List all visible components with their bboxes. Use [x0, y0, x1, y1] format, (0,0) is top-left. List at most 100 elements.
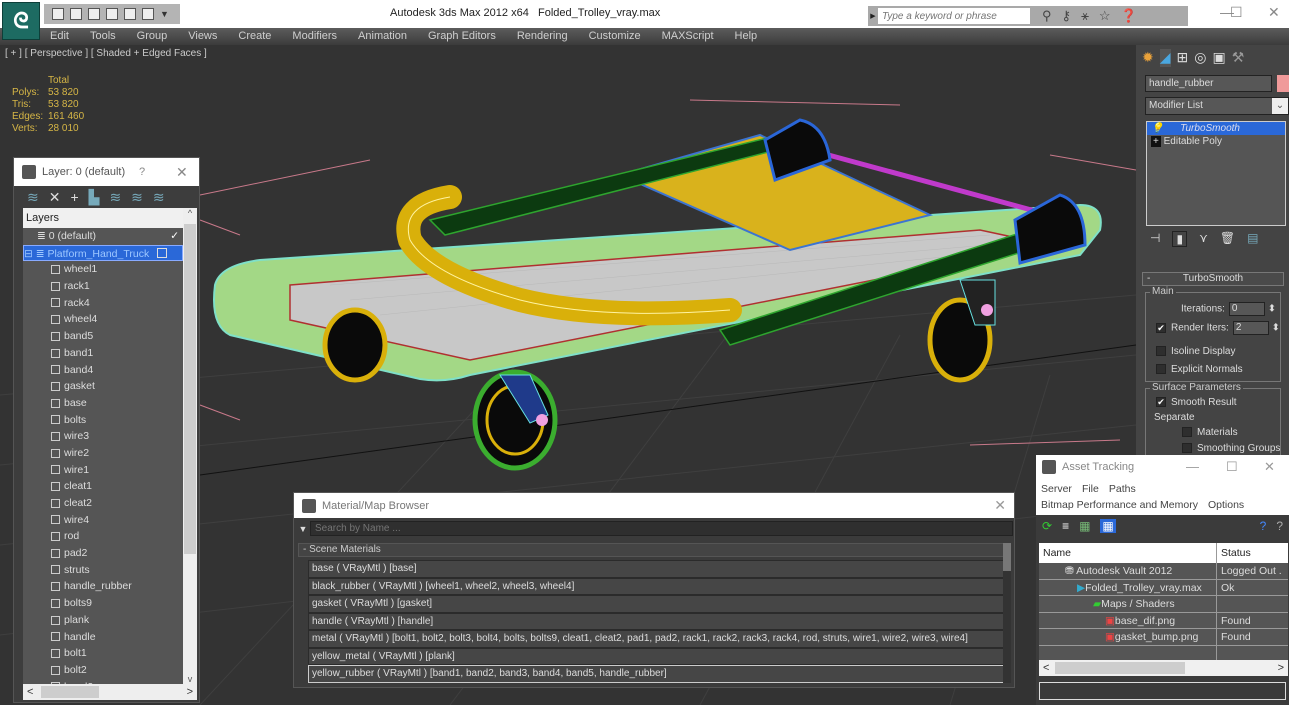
stack-item-turbosmooth[interactable]: 💡 TurboSmooth	[1147, 122, 1285, 135]
asset-row[interactable]: ▣base_dif.png Found	[1039, 612, 1288, 630]
object-name-field[interactable]: handle_rubber	[1145, 75, 1272, 92]
star-icon[interactable]: ☆	[1099, 8, 1111, 24]
material-scrollbar[interactable]	[1003, 543, 1011, 683]
menu-paths[interactable]: Paths	[1109, 483, 1136, 495]
scroll-left-icon[interactable]: <	[27, 686, 33, 698]
layer-object-item[interactable]: wheel1	[23, 261, 183, 278]
layer-object-item[interactable]: rod	[23, 528, 183, 545]
hierarchy-tab-icon[interactable]: ⊞	[1177, 49, 1189, 67]
render-iters-checkbox[interactable]: ✔	[1156, 323, 1166, 333]
options-menu-icon[interactable]: ▼	[296, 524, 310, 534]
layer-object-item[interactable]: bolts	[23, 412, 183, 429]
menu-rendering[interactable]: Rendering	[517, 28, 568, 45]
whats-this-icon[interactable]: ?	[1276, 519, 1283, 533]
turbosmooth-rollout-header[interactable]: - TurboSmooth	[1142, 272, 1284, 286]
layer-object-item[interactable]: pad2	[23, 545, 183, 562]
layer-horizontal-scrollbar[interactable]: < >	[23, 684, 197, 700]
close-button[interactable]: ✕	[1268, 4, 1280, 21]
table-view-icon[interactable]: ▦	[1100, 519, 1116, 533]
show-end-result-icon[interactable]: ▮	[1172, 231, 1188, 247]
column-name[interactable]: Name	[1039, 543, 1217, 563]
minimize-button[interactable]: —	[1186, 459, 1199, 474]
modifier-list-dropdown[interactable]: Modifier List ⌄	[1145, 97, 1289, 115]
hide-all-icon[interactable]: ≋	[131, 189, 143, 206]
menu-bitmap-performance[interactable]: Bitmap Performance and Memory	[1041, 499, 1198, 511]
explicit-normals-checkbox[interactable]	[1156, 364, 1166, 375]
layer-object-item[interactable]: wire1	[23, 462, 183, 479]
stack-item-editable-poly[interactable]: + Editable Poly	[1147, 135, 1285, 148]
layer-object-item[interactable]: band1	[23, 345, 183, 362]
select-objects-icon[interactable]: ▙	[89, 189, 100, 206]
asset-row[interactable]: ▰Maps / Shaders	[1039, 596, 1288, 613]
layer-object-item[interactable]: bolt2	[23, 662, 183, 679]
material-search-input[interactable]	[310, 521, 1013, 536]
expand-arrow-icon[interactable]: ▶	[868, 12, 878, 20]
layer-object-item[interactable]: wire3	[23, 428, 183, 445]
column-status[interactable]: Status	[1217, 543, 1288, 563]
chevron-down-icon[interactable]: ⌄	[1272, 98, 1288, 114]
layer-object-item[interactable]: struts	[23, 562, 183, 579]
layer-object-item[interactable]: handle_rubber	[23, 578, 183, 595]
create-tab-icon[interactable]: ✹	[1142, 49, 1154, 67]
smoothing-groups-checkbox[interactable]	[1182, 443, 1192, 454]
pin-stack-icon[interactable]: ⊣	[1150, 231, 1160, 247]
help-icon[interactable]: ?	[1260, 519, 1267, 533]
configure-sets-icon[interactable]: ▤	[1247, 231, 1258, 247]
asset-row[interactable]: ▣gasket_bump.png Found	[1039, 629, 1288, 646]
scroll-down-icon[interactable]: v	[183, 674, 197, 684]
layer-object-item[interactable]: wire2	[23, 445, 183, 462]
smooth-result-checkbox[interactable]: ✔	[1156, 397, 1166, 408]
layer-object-item[interactable]: bolt1	[23, 645, 183, 662]
menu-create[interactable]: Create	[238, 28, 271, 45]
asset-row[interactable]: ⛃ Autodesk Vault 2012 Logged Out .	[1039, 563, 1288, 580]
layers-column-header[interactable]: Layers	[23, 208, 183, 228]
close-button[interactable]: ✕	[1264, 459, 1275, 475]
asset-tracking-titlebar[interactable]: Asset Tracking — ☐ ✕	[1036, 455, 1289, 479]
menu-graph-editors[interactable]: Graph Editors	[428, 28, 496, 45]
maximize-button[interactable]: ☐	[1230, 4, 1243, 21]
layer-object-item[interactable]: base	[23, 395, 183, 412]
object-color-swatch[interactable]	[1277, 75, 1289, 92]
material-browser-titlebar[interactable]: Material/Map Browser ✕	[294, 493, 1014, 518]
maximize-button[interactable]: ☐	[1226, 459, 1238, 475]
key-icon[interactable]: ⚷	[1062, 8, 1072, 24]
hold-icon[interactable]	[142, 8, 154, 20]
layer-object-item[interactable]: gasket	[23, 378, 183, 395]
motion-tab-icon[interactable]: ◎	[1194, 49, 1206, 67]
material-row[interactable]: base ( VRayMtl ) [base]	[308, 560, 1006, 578]
render-iters-spinner[interactable]: 2	[1232, 321, 1269, 335]
highlight-layer-icon[interactable]: ≋	[109, 189, 121, 206]
delete-layer-icon[interactable]: ✕	[49, 189, 61, 206]
menu-tools[interactable]: Tools	[90, 28, 116, 45]
redo-icon[interactable]	[124, 8, 136, 20]
collapse-icon[interactable]: ⊟	[24, 248, 33, 260]
expand-plus-icon[interactable]: +	[1151, 136, 1161, 147]
asset-row[interactable]: ▶Folded_Trolley_vray.max Ok	[1039, 579, 1288, 597]
isoline-display-checkbox[interactable]	[1156, 346, 1166, 357]
remove-modifier-icon[interactable]: 🗑	[1220, 231, 1235, 247]
scroll-right-icon[interactable]: >	[187, 686, 193, 698]
layer-object-item[interactable]: band5	[23, 328, 183, 345]
close-button[interactable]: ✕	[994, 497, 1006, 514]
scrollbar-thumb[interactable]	[1055, 662, 1185, 674]
display-tab-icon[interactable]: ▣	[1212, 49, 1225, 67]
material-row[interactable]: handle ( VRayMtl ) [handle]	[308, 612, 1006, 630]
modify-tab-icon[interactable]: ◢	[1159, 49, 1171, 67]
materials-checkbox[interactable]	[1182, 427, 1192, 438]
spinner-arrows-icon[interactable]: ⬍	[1268, 304, 1276, 315]
menu-customize[interactable]: Customize	[589, 28, 641, 45]
layer-vertical-scrollbar[interactable]: ^ v	[183, 208, 197, 684]
app-menu-button[interactable]: ᘓ	[2, 2, 40, 40]
close-button[interactable]: ✕	[176, 164, 188, 181]
scene-materials-group[interactable]: - Scene Materials	[298, 543, 1011, 557]
menu-options[interactable]: Options	[1208, 499, 1244, 511]
scrollbar-thumb[interactable]	[41, 686, 99, 698]
menu-views[interactable]: Views	[188, 28, 217, 45]
menu-maxscript[interactable]: MAXScript	[662, 28, 714, 45]
spinner-arrows-icon[interactable]: ⬍	[1272, 323, 1280, 334]
material-row[interactable]: gasket ( VRayMtl ) [gasket]	[308, 595, 1006, 613]
make-unique-icon[interactable]: ⋎	[1199, 231, 1208, 247]
layer-dialog-titlebar[interactable]: Layer: 0 (default) ? ✕	[14, 158, 199, 186]
layer-object-item[interactable]: plank	[23, 612, 183, 629]
menu-file[interactable]: File	[1082, 483, 1099, 495]
